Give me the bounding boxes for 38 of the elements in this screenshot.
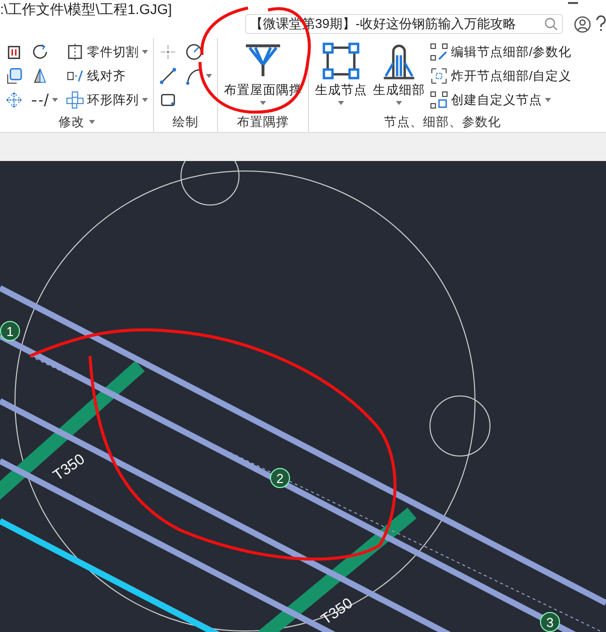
help-icon[interactable] xyxy=(596,15,606,32)
ribbon-tool-button[interactable]: 线对齐 xyxy=(65,65,149,87)
split-box-icon xyxy=(66,43,84,61)
ribbon-tool-button[interactable]: 创建自定义节点 xyxy=(429,89,572,111)
copy-icon xyxy=(5,67,23,85)
group-label: 绘制 xyxy=(172,114,198,130)
line-tool-button[interactable] xyxy=(158,65,178,87)
ribbon-tool-button[interactable]: 环形阵列 xyxy=(65,89,149,111)
line-icon xyxy=(159,67,177,85)
ribbon-large-button[interactable]: 生成细部 xyxy=(371,40,427,108)
ribbon-tool-button[interactable]: 炸开节点细部/自定义 xyxy=(429,65,572,87)
group-label: 节点、细部、参数化 xyxy=(384,114,502,130)
group-label: 布置隅撑 xyxy=(237,114,289,130)
node-label: 1 xyxy=(0,321,20,341)
node-label: 2 xyxy=(270,468,290,488)
circle-icon xyxy=(185,43,203,61)
ribbon-tool-button[interactable]: 零件切割 xyxy=(65,41,149,63)
square-array-icon xyxy=(66,91,84,109)
search-icon xyxy=(544,17,558,31)
crosshair-icon xyxy=(159,43,177,61)
member-size-label: T350 xyxy=(318,594,356,628)
rotate-icon xyxy=(31,43,49,61)
ribbon-tool-button[interactable]: 编辑节点细部/参数化 xyxy=(429,41,572,63)
group-label: 修改 xyxy=(58,114,84,130)
member-size-label: T350 xyxy=(50,450,88,484)
rectangle-icon xyxy=(159,91,177,109)
dashed-frame-icon xyxy=(430,67,448,85)
ribbon-large-button[interactable]: 生成节点 xyxy=(313,40,369,108)
dashed-line-icon xyxy=(31,91,49,109)
window-title: :\工作文件\模型\工程1.GJG] xyxy=(0,1,172,19)
mirror-icon xyxy=(31,67,49,85)
node-edit-icon xyxy=(430,43,448,61)
node-label: 3 xyxy=(540,612,560,632)
node-create-icon xyxy=(430,91,448,109)
node-frame-icon xyxy=(322,42,360,80)
move-arrows-icon xyxy=(5,91,23,109)
account-icon[interactable] xyxy=(574,16,591,33)
trash-icon xyxy=(5,43,23,61)
